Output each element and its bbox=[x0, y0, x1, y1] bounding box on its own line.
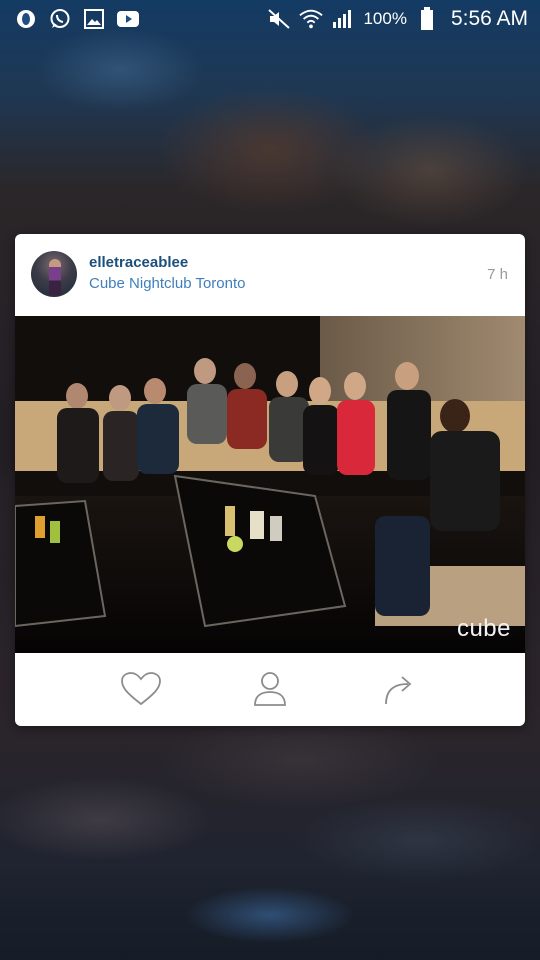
post-time: 7 h bbox=[487, 266, 508, 283]
mute-icon bbox=[267, 7, 291, 31]
avatar-photo bbox=[49, 259, 61, 295]
avatar[interactable] bbox=[31, 251, 77, 297]
post-photo[interactable]: cube bbox=[15, 316, 525, 653]
whatsapp-icon bbox=[48, 7, 72, 31]
wifi-icon bbox=[299, 7, 324, 31]
clock: 5:56 AM bbox=[450, 7, 528, 30]
profile-button[interactable] bbox=[248, 667, 292, 711]
share-arrow-icon bbox=[385, 676, 412, 705]
post-header: elletraceablee Cube Nightclub Toronto 7 … bbox=[15, 234, 525, 316]
youtube-icon bbox=[116, 7, 140, 31]
location-link[interactable]: Cube Nightclub Toronto bbox=[89, 275, 246, 292]
battery-percentage: 100% bbox=[363, 9, 407, 28]
post-preview-card[interactable]: elletraceablee Cube Nightclub Toronto 7 … bbox=[15, 234, 525, 726]
nightclub-group-photo bbox=[15, 316, 525, 653]
gallery-icon bbox=[82, 7, 106, 31]
opera-icon bbox=[14, 7, 38, 31]
person-icon bbox=[254, 672, 286, 706]
photo-watermark: cube bbox=[456, 615, 511, 642]
like-button[interactable] bbox=[119, 667, 163, 711]
status-bar: 100% 5:56 AM bbox=[0, 0, 540, 38]
battery-icon bbox=[415, 7, 439, 31]
username[interactable]: elletraceablee bbox=[89, 254, 188, 271]
share-button[interactable] bbox=[377, 667, 421, 711]
heart-icon bbox=[121, 672, 161, 706]
signal-icon bbox=[331, 7, 355, 31]
post-action-bar bbox=[15, 653, 525, 726]
